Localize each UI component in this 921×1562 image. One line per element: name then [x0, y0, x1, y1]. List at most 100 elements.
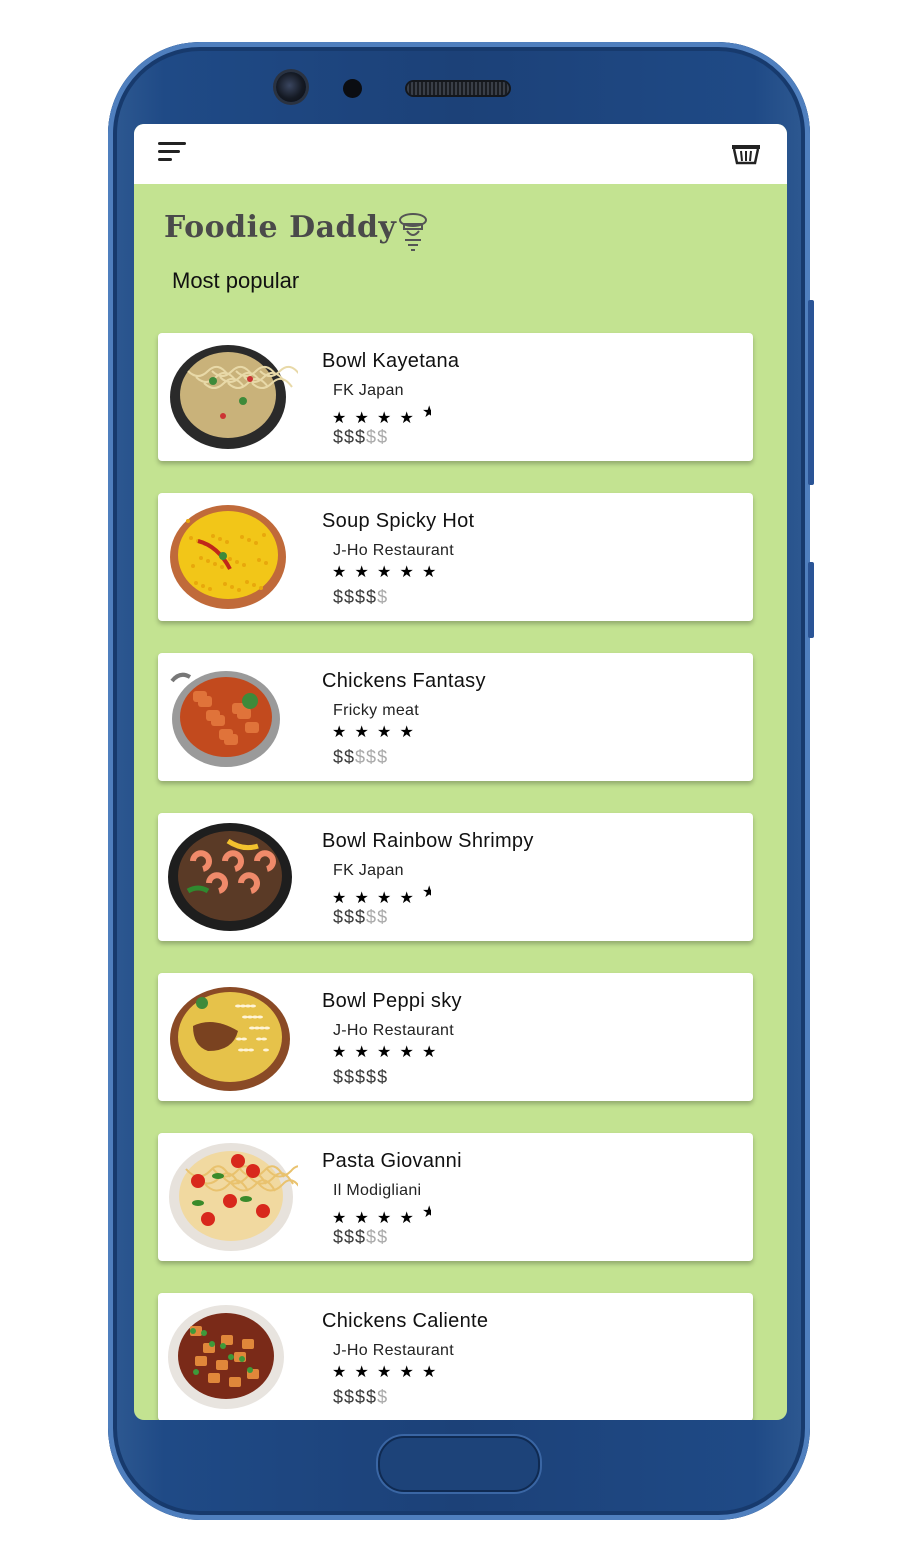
star-rating: ★ ★ ★ ★ ★ — [332, 1363, 445, 1383]
dish-name: Chickens Caliente — [322, 1310, 489, 1332]
restaurant-name: FK Japan — [333, 382, 404, 399]
price-dollar-active: $ — [355, 907, 367, 927]
star-icon: ★ — [354, 890, 369, 907]
star-icon: ★ — [399, 564, 414, 581]
price-dollar-inactive: $ — [355, 747, 367, 767]
dish-card[interactable]: Pasta Giovanni Il Modigliani ★ ★ ★ ★ ★ $$$$$ — [158, 1133, 753, 1261]
dish-name: Bowl Rainbow Shrimpy — [322, 830, 534, 852]
star-icon: ★ — [399, 1210, 414, 1227]
star-icon: ★ — [377, 1044, 392, 1061]
price-dollar-active: $ — [344, 907, 356, 927]
price-dollar-active: $ — [344, 587, 356, 607]
star-icon: ★ — [332, 1364, 347, 1381]
power-button — [808, 300, 814, 485]
price-dollar-active: $ — [333, 907, 345, 927]
dish-card[interactable]: Chickens Caliente J-Ho Restaurant ★ ★ ★ ★ ★ $$$… — [158, 1293, 753, 1420]
price-dollar-inactive: $ — [377, 747, 389, 767]
half-star-icon: ★ — [422, 1204, 431, 1221]
star-rating: ★ ★ ★ ★ ★ — [332, 1203, 431, 1227]
star-icon: ★ — [377, 1210, 392, 1227]
dish-name: Bowl Kayetana — [322, 350, 460, 372]
star-icon: ★ — [332, 1044, 347, 1061]
price-dollar-active: $ — [366, 587, 378, 607]
basket-icon[interactable] — [730, 140, 762, 166]
dish-card[interactable]: Bowl Rainbow Shrimpy FK Japan ★ ★ ★ ★ ★ $$$$$ — [158, 813, 753, 941]
restaurant-name: J-Ho Restaurant — [333, 1342, 454, 1359]
app-title: Foodie Daddy — [164, 210, 397, 245]
star-icon: ★ — [377, 564, 392, 581]
star-icon: ★ — [332, 890, 347, 907]
dish-name: Pasta Giovanni — [322, 1150, 462, 1172]
star-icon: ★ — [354, 564, 369, 581]
price-dollar-inactive: $ — [377, 907, 389, 927]
star-icon: ★ — [354, 724, 369, 741]
price-dollar-inactive: $ — [377, 427, 389, 447]
price-level: $$$$$ — [333, 907, 388, 928]
menu-icon[interactable] — [158, 142, 188, 164]
price-dollar-active: $ — [333, 427, 345, 447]
star-icon: ★ — [332, 1210, 347, 1227]
star-rating: ★ ★ ★ ★ ★ — [332, 403, 431, 427]
dish-image — [168, 661, 298, 773]
price-dollar-active: $ — [355, 1387, 367, 1407]
price-dollar-active: $ — [333, 1067, 345, 1087]
dish-image — [168, 341, 298, 453]
star-icon: ★ — [354, 410, 369, 427]
top-app-bar — [134, 124, 787, 184]
price-dollar-inactive: $ — [377, 1387, 389, 1407]
price-dollar-active: $ — [333, 1227, 345, 1247]
star-icon: ★ — [422, 1364, 437, 1381]
price-dollar-inactive: $ — [366, 747, 378, 767]
restaurant-name: J-Ho Restaurant — [333, 542, 454, 559]
dish-image — [168, 1301, 298, 1413]
price-level: $$$$$ — [333, 1387, 388, 1408]
star-icon: ★ — [399, 724, 414, 741]
price-dollar-active: $ — [366, 1067, 378, 1087]
star-icon: ★ — [399, 1364, 414, 1381]
volume-button — [808, 562, 814, 638]
price-dollar-active: $ — [355, 427, 367, 447]
star-icon: ★ — [332, 564, 347, 581]
price-dollar-active: $ — [333, 747, 345, 767]
half-star-icon: ★ — [422, 884, 431, 901]
price-dollar-active: $ — [344, 1387, 356, 1407]
dish-name: Bowl Peppi sky — [322, 990, 462, 1012]
dish-card[interactable]: Chickens Fantasy Fricky meat ★ ★ ★ ★ $$$$$ — [158, 653, 753, 781]
price-dollar-active: $ — [333, 1387, 345, 1407]
price-dollar-active: $ — [366, 1387, 378, 1407]
star-icon: ★ — [399, 410, 414, 427]
dish-image — [168, 821, 298, 933]
earpiece-speaker — [407, 82, 509, 95]
price-level: $$$$$ — [333, 1067, 388, 1088]
price-dollar-active: $ — [344, 427, 356, 447]
star-icon: ★ — [354, 1364, 369, 1381]
star-icon: ★ — [377, 890, 392, 907]
price-level: $$$$$ — [333, 427, 388, 448]
star-icon: ★ — [377, 724, 392, 741]
restaurant-name: J-Ho Restaurant — [333, 1022, 454, 1039]
dish-card[interactable]: Bowl Peppi sky J-Ho Restaurant ★ ★ ★ ★ ★ $$$$$ — [158, 973, 753, 1101]
section-title: Most popular — [172, 268, 300, 293]
price-dollar-inactive: $ — [377, 587, 389, 607]
dish-image — [168, 501, 298, 613]
star-icon: ★ — [332, 724, 347, 741]
price-dollar-inactive: $ — [366, 1227, 378, 1247]
dish-card[interactable]: Bowl Kayetana FK Japan ★ ★ ★ ★ ★ $$$$$ — [158, 333, 753, 461]
proximity-sensor — [343, 79, 362, 98]
star-icon: ★ — [422, 1044, 437, 1061]
price-level: $$$$$ — [333, 587, 388, 608]
star-icon: ★ — [377, 410, 392, 427]
app-screen: Foodie Daddy Most popular Bowl Kayetana F… — [134, 124, 787, 1420]
price-dollar-active: $ — [355, 1067, 367, 1087]
star-icon: ★ — [399, 890, 414, 907]
price-dollar-inactive: $ — [377, 1227, 389, 1247]
dish-card[interactable]: Soup Spicky Hot J-Ho Restaurant ★ ★ ★ ★ ★ $$$$$ — [158, 493, 753, 621]
star-rating: ★ ★ ★ ★ ★ — [332, 1043, 445, 1063]
price-dollar-active: $ — [355, 1227, 367, 1247]
price-dollar-active: $ — [355, 587, 367, 607]
price-dollar-inactive: $ — [366, 907, 378, 927]
star-icon: ★ — [354, 1044, 369, 1061]
star-icon: ★ — [332, 410, 347, 427]
star-icon: ★ — [422, 564, 437, 581]
home-button[interactable] — [378, 1436, 540, 1492]
